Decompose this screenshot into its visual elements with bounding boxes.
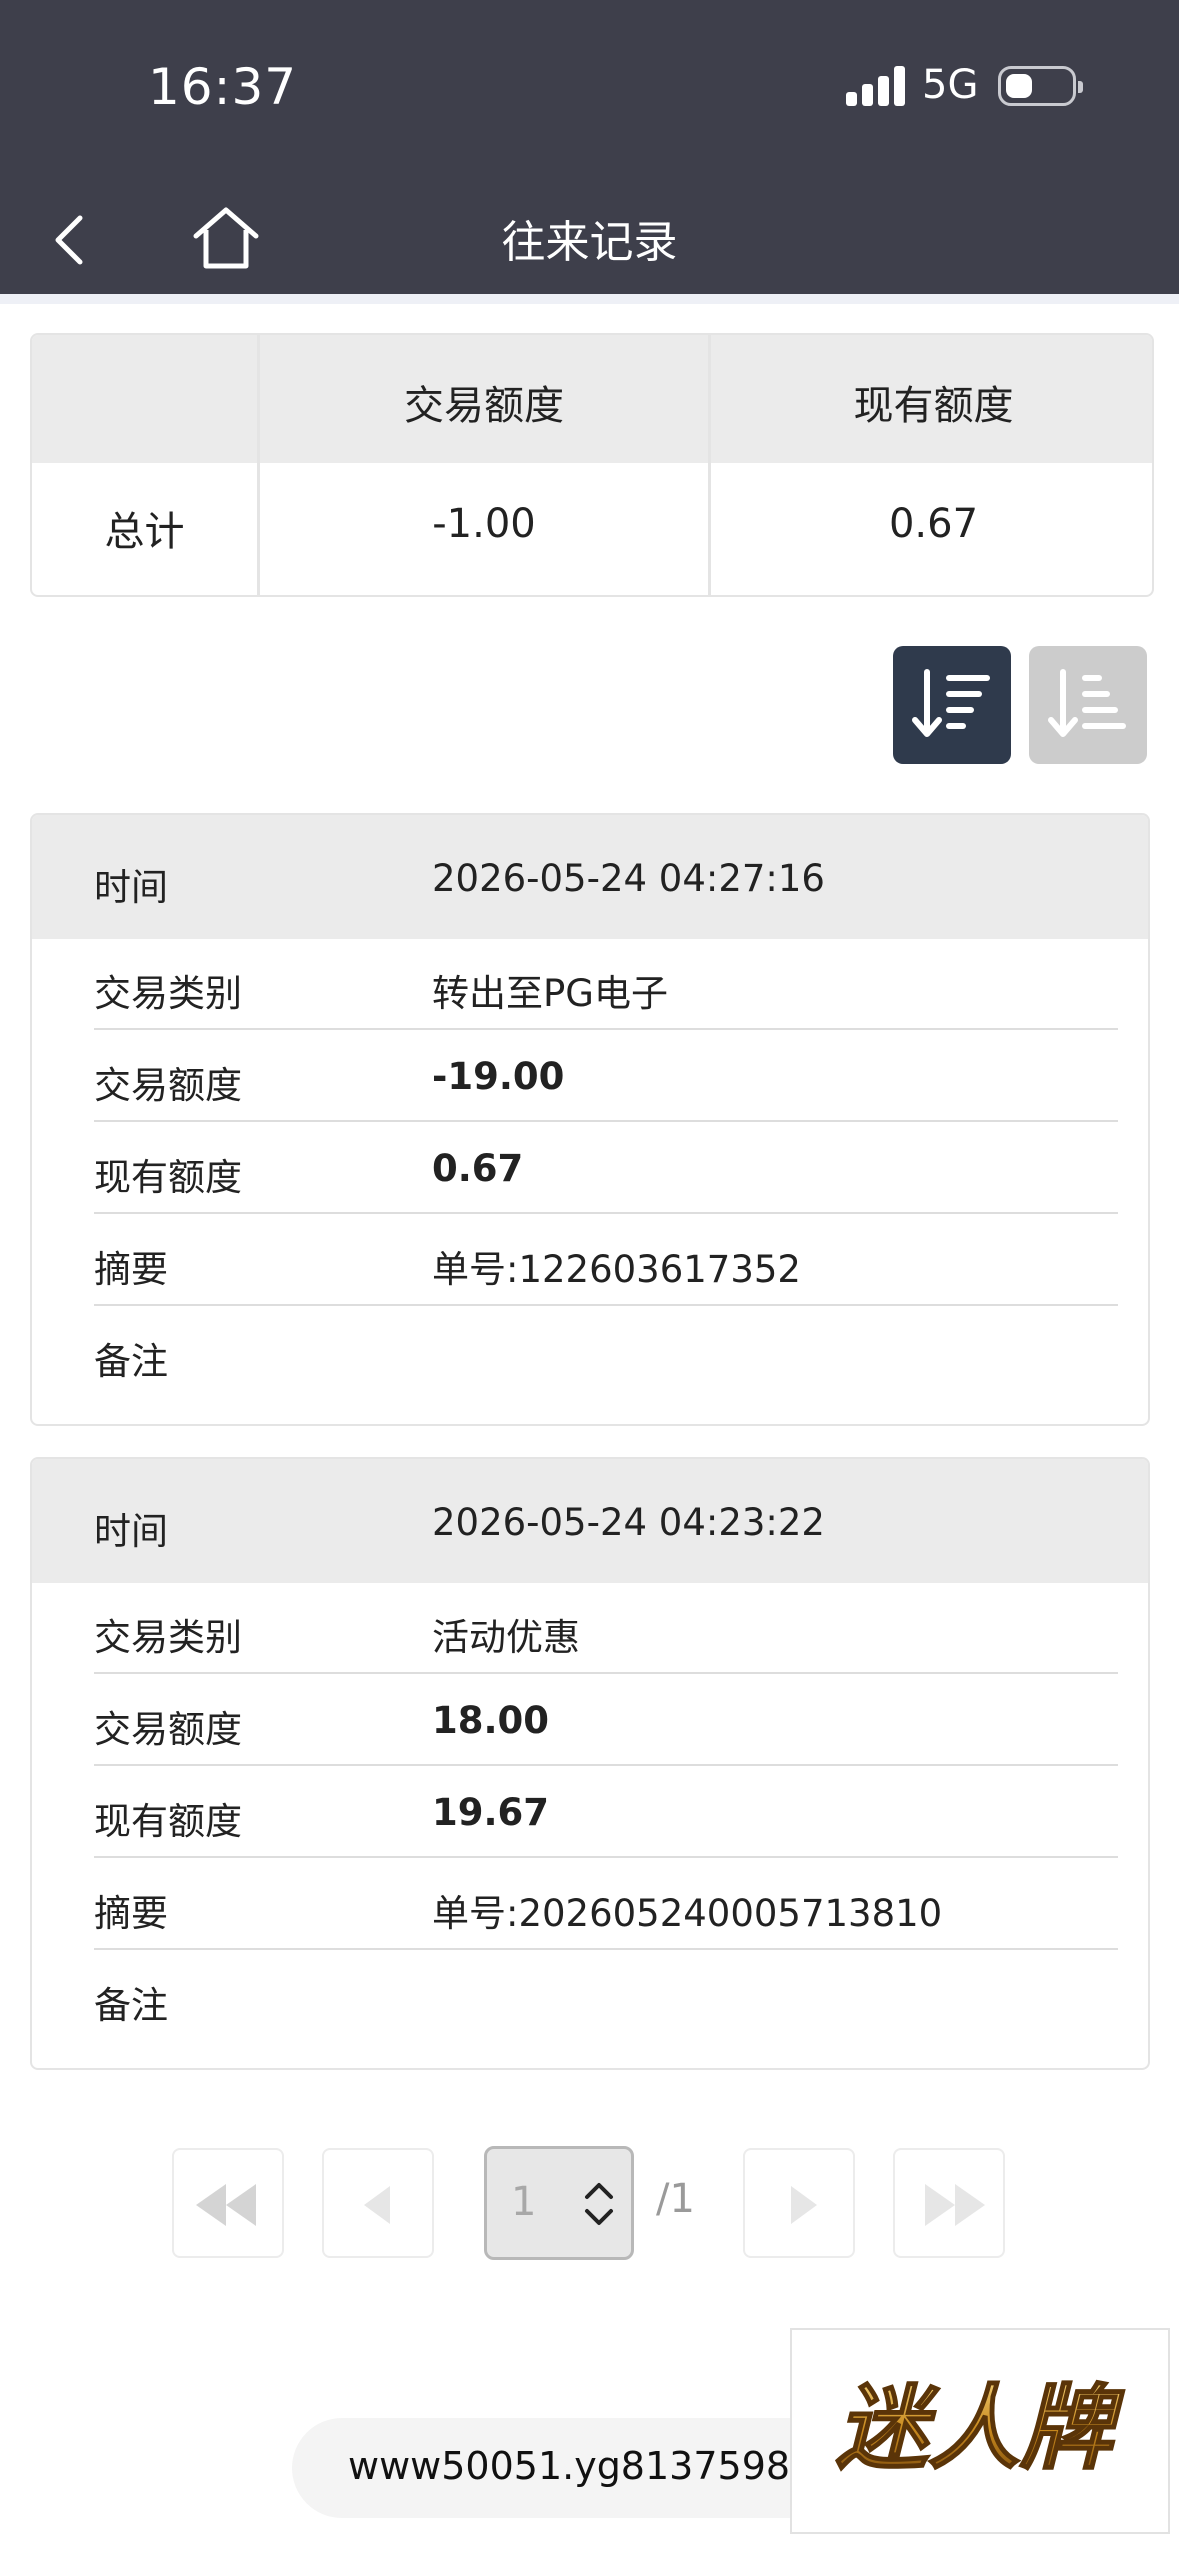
status-time: 16:37 <box>148 58 298 116</box>
row-divider <box>94 1672 1118 1674</box>
sort-descending-button[interactable] <box>893 646 1011 764</box>
record-type-label: 交易类别 <box>94 1616 242 1659</box>
page-total: /1 <box>656 2176 695 2222</box>
summary-header-current: 现有额度 <box>853 383 1014 429</box>
record-balance: 0.67 <box>432 1147 524 1190</box>
sort-ascending-button[interactable] <box>1029 646 1147 764</box>
next-page-button[interactable] <box>743 2148 855 2258</box>
header-divider <box>0 294 1179 304</box>
double-chevron-left-icon <box>196 2184 256 2226</box>
app-header: 16:37 5G 往来记录 <box>0 0 1179 294</box>
brand-logo-image: 迷人牌 <box>835 2374 1126 2483</box>
page-title: 往来记录 <box>501 217 678 268</box>
last-page-button[interactable] <box>893 2148 1005 2258</box>
sort-descending-icon <box>912 669 990 737</box>
sort-ascending-icon <box>1048 669 1126 737</box>
record-amount-label: 交易额度 <box>94 1064 242 1107</box>
record-summary: 单号:122603617352 <box>432 1248 801 1291</box>
summary-row-label: 总计 <box>104 509 185 555</box>
record-type-label: 交易类别 <box>94 972 242 1015</box>
record-card: 时间 2026-05-24 04:27:16 交易类别 转出至PG电子 交易额度… <box>30 813 1150 1426</box>
page-select-value: 1 <box>511 2179 537 2225</box>
record-summary: 单号:202605240005713810 <box>432 1892 943 1935</box>
record-time: 2026-05-24 04:23:22 <box>432 1501 825 1544</box>
chevron-left-icon <box>364 2186 390 2224</box>
record-time-label: 时间 <box>94 1510 168 1553</box>
record-type: 活动优惠 <box>432 1616 580 1659</box>
summary-trade-value: -1.00 <box>432 501 536 547</box>
record-balance-label: 现有额度 <box>94 1800 242 1843</box>
brand-logo[interactable]: 迷人牌 <box>790 2328 1170 2534</box>
row-divider <box>94 1304 1118 1306</box>
chevron-right-icon <box>791 2186 817 2224</box>
record-balance: 19.67 <box>432 1791 550 1834</box>
page-select[interactable]: 1 <box>484 2146 634 2260</box>
row-divider <box>94 1856 1118 1858</box>
first-page-button[interactable] <box>172 2148 284 2258</box>
record-amount-label: 交易额度 <box>94 1708 242 1751</box>
summary-table: 交易额度 现有额度 总计 -1.00 0.67 <box>30 333 1154 597</box>
brand-logo-text: 迷人牌 <box>836 2375 1125 2482</box>
row-divider <box>94 1764 1118 1766</box>
summary-header-trade: 交易额度 <box>404 383 564 429</box>
record-amount: 18.00 <box>432 1699 550 1742</box>
row-divider <box>94 1212 1118 1214</box>
row-divider <box>94 1028 1118 1030</box>
prev-page-button[interactable] <box>322 2148 434 2258</box>
record-amount: -19.00 <box>432 1055 565 1098</box>
browser-url: www50051.yg8137598.co <box>348 2444 847 2488</box>
record-card: 时间 2026-05-24 04:23:22 交易类别 活动优惠 交易额度 18… <box>30 1457 1150 2070</box>
record-balance-label: 现有额度 <box>94 1156 242 1199</box>
double-chevron-right-icon <box>925 2184 985 2226</box>
cellular-signal-icon <box>846 66 906 106</box>
row-divider <box>94 1948 1118 1950</box>
network-type: 5G <box>922 62 979 108</box>
record-time: 2026-05-24 04:27:16 <box>432 857 825 900</box>
page: 16:37 5G 往来记录 交易额度 现有额度 总计 -1.00 0.67 时间… <box>0 0 1179 2556</box>
record-summary-label: 摘要 <box>94 1892 168 1935</box>
summary-current-value: 0.67 <box>888 501 979 547</box>
select-arrows-icon <box>585 2183 613 2225</box>
record-type: 转出至PG电子 <box>432 972 668 1015</box>
row-divider <box>94 1120 1118 1122</box>
record-note-label: 备注 <box>94 1984 168 2027</box>
record-summary-label: 摘要 <box>94 1248 168 1291</box>
record-note-label: 备注 <box>94 1340 168 1383</box>
battery-icon <box>998 66 1083 106</box>
record-time-label: 时间 <box>94 866 168 909</box>
